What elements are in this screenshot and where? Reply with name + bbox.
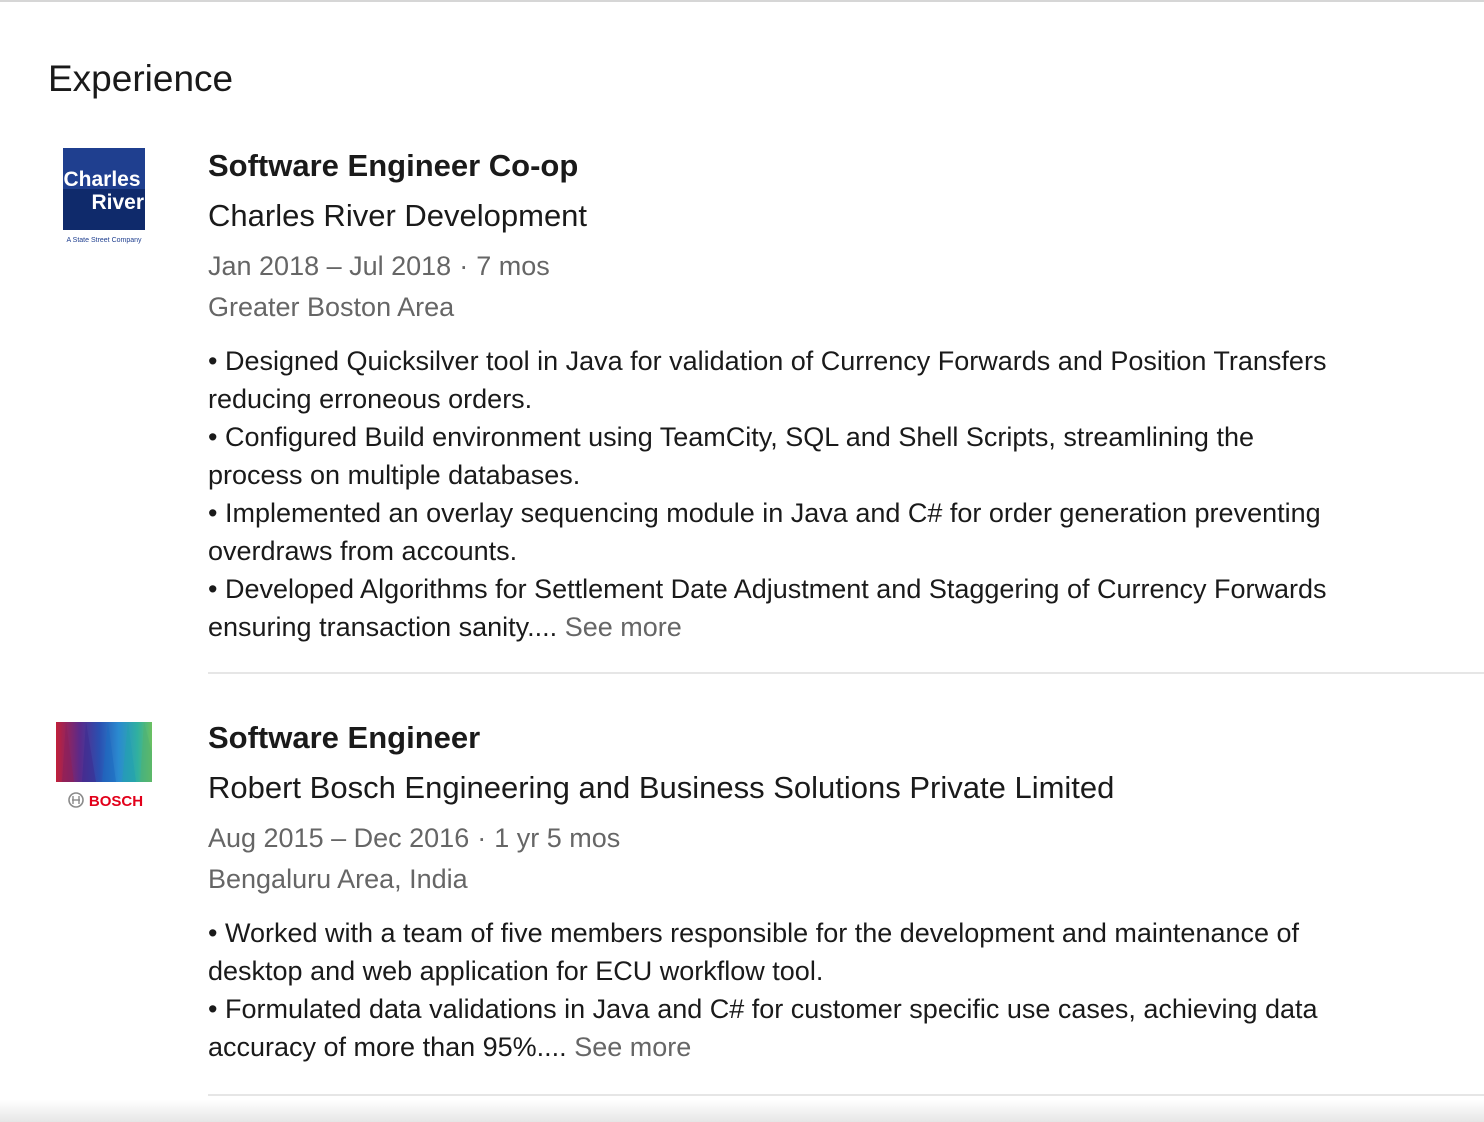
divider bbox=[208, 672, 1484, 674]
logo-text-line2: River bbox=[91, 191, 144, 214]
description-line: • Developed Algorithms for Settlement Da… bbox=[208, 574, 1327, 604]
see-more-link[interactable]: See more bbox=[565, 612, 682, 642]
company-logo[interactable]: Charles River A State Street Company bbox=[56, 140, 152, 244]
separator-dot: · bbox=[477, 823, 487, 853]
description-line-last: ensuring transaction sanity.... See more bbox=[208, 608, 1448, 646]
experience-section: Experience Charles River A State Street … bbox=[0, 0, 1484, 1122]
company-name[interactable]: Charles River Development bbox=[208, 190, 1448, 242]
description: • Worked with a team of five members res… bbox=[208, 914, 1448, 1066]
description-line: • Designed Quicksilver tool in Java for … bbox=[208, 346, 1327, 376]
date-range-text: Aug 2015 – Dec 2016 bbox=[208, 823, 470, 853]
job-title[interactable]: Software Engineer Co-op bbox=[208, 142, 1448, 190]
description-line-last: accuracy of more than 95%.... See more bbox=[208, 1028, 1448, 1066]
description-line: process on multiple databases. bbox=[208, 460, 581, 490]
company-name[interactable]: Robert Bosch Engineering and Business So… bbox=[208, 762, 1448, 814]
description-line: reducing erroneous orders. bbox=[208, 384, 533, 414]
bosch-logo: BOSCH bbox=[56, 722, 152, 818]
location: Greater Boston Area bbox=[208, 292, 455, 322]
description-line: • Configured Build environment using Tea… bbox=[208, 422, 1254, 452]
experience-content: Software Engineer Robert Bosch Engineeri… bbox=[208, 712, 1448, 1066]
description-line: overdraws from accounts. bbox=[208, 536, 518, 566]
job-title[interactable]: Software Engineer bbox=[208, 714, 1448, 762]
logo-text: BOSCH bbox=[89, 793, 143, 810]
see-more-link[interactable]: See more bbox=[574, 1032, 691, 1062]
date-range: Jan 2018 – Jul 2018 · 7 mos bbox=[208, 244, 1448, 288]
description-line: • Implemented an overlay sequencing modu… bbox=[208, 498, 1321, 528]
charles-river-logo: Charles River A State Street Company bbox=[63, 148, 145, 244]
description-line: ensuring transaction sanity.... bbox=[208, 612, 558, 642]
company-logo[interactable]: BOSCH bbox=[56, 722, 152, 818]
logo-text-line1: Charles bbox=[63, 168, 140, 191]
section-title: Experience bbox=[48, 58, 234, 99]
description-line: desktop and web application for ECU work… bbox=[208, 956, 824, 986]
description-line: • Worked with a team of five members res… bbox=[208, 918, 1300, 948]
description-line: • Formulated data validations in Java an… bbox=[208, 994, 1318, 1024]
bottom-fade bbox=[0, 1100, 1484, 1122]
separator-dot: · bbox=[459, 251, 469, 281]
description: • Designed Quicksilver tool in Java for … bbox=[208, 342, 1448, 646]
location: Bengaluru Area, India bbox=[208, 864, 468, 894]
divider bbox=[208, 1094, 1484, 1096]
date-range-text: Jan 2018 – Jul 2018 bbox=[208, 251, 452, 281]
logo-tagline: A State Street Company bbox=[66, 237, 142, 244]
date-range: Aug 2015 – Dec 2016 · 1 yr 5 mos bbox=[208, 816, 1448, 860]
duration: 1 yr 5 mos bbox=[494, 823, 621, 853]
duration: 7 mos bbox=[476, 251, 550, 281]
experience-content: Software Engineer Co-op Charles River De… bbox=[208, 140, 1448, 646]
description-line: accuracy of more than 95%.... bbox=[208, 1032, 567, 1062]
